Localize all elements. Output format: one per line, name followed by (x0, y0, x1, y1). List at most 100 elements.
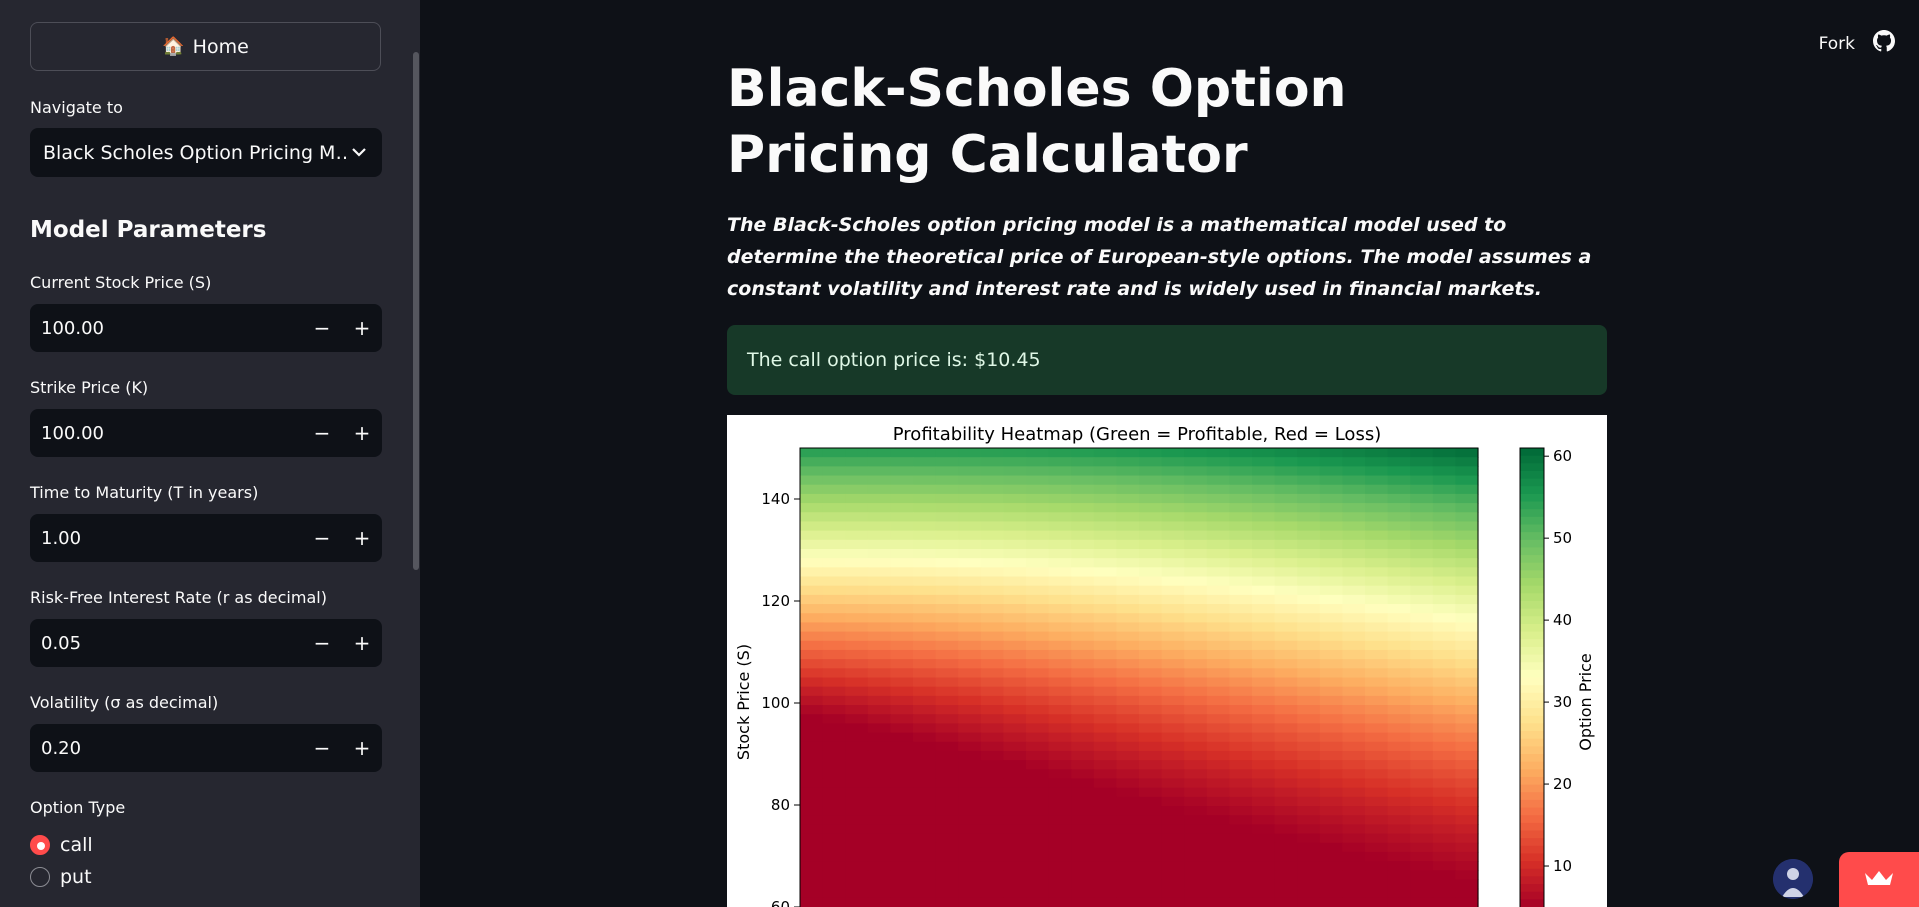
radio-call-indicator[interactable] (30, 835, 50, 855)
stock-price-value[interactable]: 100.00 (30, 318, 302, 339)
heatmap-cell (1432, 613, 1456, 624)
heatmap-cell (1071, 851, 1095, 862)
heatmap-cell (1161, 760, 1185, 770)
option-price-result: The call option price is: $10.45 (727, 325, 1607, 395)
heatmap-cell (935, 567, 959, 578)
radio-put-label[interactable]: put (60, 866, 92, 888)
radio-put[interactable]: put (30, 866, 92, 888)
volatility-input[interactable]: 0.20 − + (30, 724, 382, 772)
heatmap-cell (1432, 861, 1456, 871)
interest-rate-decrement-button[interactable]: − (302, 619, 342, 667)
heatmap-cell (1093, 585, 1117, 596)
heatmap-cell (1229, 659, 1253, 669)
interest-rate-increment-button[interactable]: + (342, 619, 382, 667)
radio-call[interactable]: call (30, 834, 93, 856)
heatmap-cell (1026, 604, 1050, 614)
time-to-maturity-input[interactable]: 1.00 − + (30, 514, 382, 562)
heatmap-cell (980, 732, 1004, 743)
heatmap-cell (1071, 769, 1095, 780)
heatmap-cell (1139, 613, 1163, 624)
user-avatar[interactable] (1773, 859, 1813, 899)
heatmap-cell (1139, 787, 1163, 798)
heatmap-cell (1161, 631, 1185, 642)
colorbar-segment (1520, 761, 1544, 770)
time-to-maturity-decrement-button[interactable]: − (302, 514, 342, 562)
colorbar-segment (1520, 731, 1544, 740)
heatmap-cell (1206, 604, 1230, 614)
heatmap-cell (1184, 558, 1208, 568)
strike-price-increment-button[interactable]: + (342, 409, 382, 457)
home-button[interactable]: 🏠 Home (30, 22, 381, 71)
heatmap-cell (1252, 732, 1276, 743)
heatmap-cell (1161, 879, 1185, 890)
heatmap-cell (1297, 484, 1321, 495)
heatmap-cell (1319, 796, 1343, 807)
time-to-maturity-increment-button[interactable]: + (342, 514, 382, 562)
volatility-value[interactable]: 0.20 (30, 738, 302, 759)
heatmap-cell (867, 741, 891, 752)
heatmap-cell (822, 833, 846, 844)
interest-rate-input[interactable]: 0.05 − + (30, 619, 382, 667)
heatmap-cell (1365, 576, 1389, 587)
interest-rate-value[interactable]: 0.05 (30, 633, 302, 654)
heatmap-cell (890, 649, 914, 660)
heatmap-cell (890, 567, 914, 578)
heatmap-cell (1026, 842, 1050, 853)
heatmap-cell (1297, 879, 1321, 890)
heatmap-cell (800, 769, 824, 780)
radio-call-label[interactable]: call (60, 834, 93, 856)
heatmap-cell (1003, 723, 1027, 734)
heatmap-cell (1387, 475, 1411, 486)
heatmap-cell (958, 695, 982, 706)
heatmap-cell (1093, 870, 1117, 881)
heatmap-cell (1161, 475, 1185, 486)
volatility-increment-button[interactable]: + (342, 724, 382, 772)
heatmap-cell (1071, 897, 1095, 907)
heatmap-cell (1432, 879, 1456, 890)
strike-price-value[interactable]: 100.00 (30, 423, 302, 444)
github-icon[interactable] (1873, 30, 1895, 57)
radio-put-indicator[interactable] (30, 867, 50, 887)
heatmap-cell (1139, 659, 1163, 669)
heatmap-cell (1161, 888, 1185, 899)
heatmap-cell (913, 796, 937, 807)
heatmap-cell (867, 677, 891, 688)
navigate-select[interactable]: Black Scholes Option Pricing M… (30, 128, 382, 177)
colorbar-segment (1520, 884, 1544, 893)
stock-price-increment-button[interactable]: + (342, 304, 382, 352)
heatmap-cell (980, 530, 1004, 541)
heatmap-cell (1432, 778, 1456, 789)
stock-price-decrement-button[interactable]: − (302, 304, 342, 352)
heatmap-cell (1093, 778, 1117, 789)
heatmap-cell (890, 493, 914, 504)
heatmap-cell (1229, 815, 1253, 825)
heatmap-cell (800, 861, 824, 871)
chart-title: Profitability Heatmap (Green = Profitabl… (893, 424, 1381, 445)
heatmap-cell (1365, 695, 1389, 706)
heatmap-cell (1319, 677, 1343, 688)
heatmap-cell (1093, 594, 1117, 605)
heatmap-cell (1093, 732, 1117, 743)
heatmap-cell (1206, 576, 1230, 587)
time-to-maturity-value[interactable]: 1.00 (30, 528, 302, 549)
heatmap-cell (822, 640, 846, 651)
heatmap-cell (1161, 824, 1185, 835)
heatmap-cell (1003, 567, 1027, 578)
heatmap-cell (958, 659, 982, 669)
sidebar-scrollbar[interactable] (413, 52, 419, 570)
heatmap-cell (1387, 484, 1411, 495)
heatmap-cell (1184, 668, 1208, 679)
heatmap-cell (1365, 686, 1389, 697)
streamlit-crown-button[interactable] (1839, 852, 1919, 907)
heatmap-cell (1342, 833, 1366, 844)
heatmap-cell (1071, 888, 1095, 899)
heatmap-cell (1432, 842, 1456, 853)
volatility-decrement-button[interactable]: − (302, 724, 342, 772)
stock-price-input[interactable]: 100.00 − + (30, 304, 382, 352)
strike-price-input[interactable]: 100.00 − + (30, 409, 382, 457)
colorbar-segment (1520, 616, 1544, 625)
heatmap-cell (1252, 576, 1276, 587)
strike-price-decrement-button[interactable]: − (302, 409, 342, 457)
fork-button[interactable]: Fork (1819, 34, 1855, 54)
heatmap-cell (890, 594, 914, 605)
